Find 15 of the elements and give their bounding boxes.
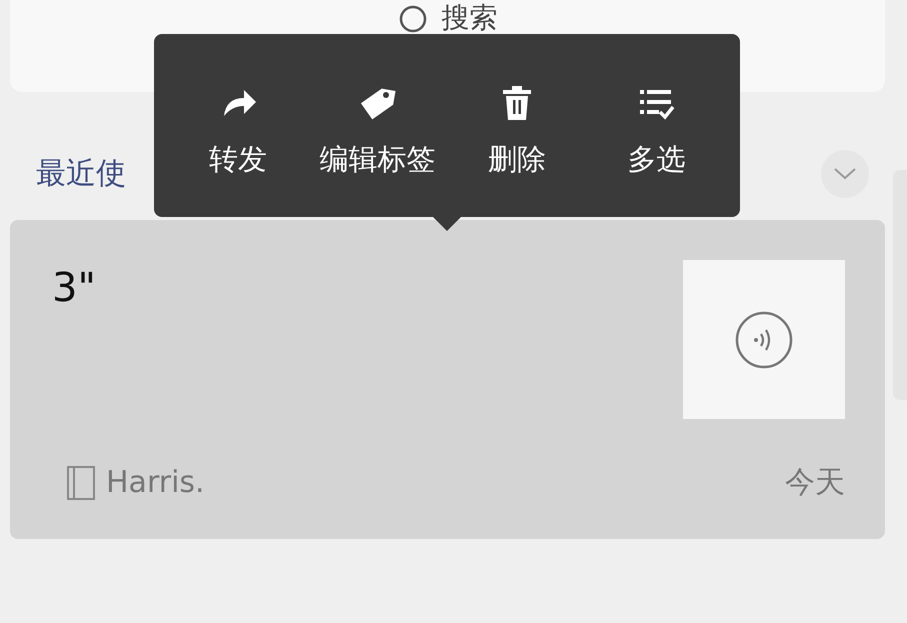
notebook-name: Harris. xyxy=(106,465,205,500)
menu-item[interactable]: 删除 xyxy=(447,76,586,176)
audio-icon xyxy=(734,310,794,370)
search-icon xyxy=(398,4,428,34)
note-card[interactable]: 3" Harris. 今天 xyxy=(10,220,885,539)
note-title: 3" xyxy=(52,264,96,313)
search-placeholder: 搜索 xyxy=(442,2,498,34)
chevron-down-icon xyxy=(833,167,857,181)
note-date: 今天 xyxy=(785,464,845,502)
section-title: 最近使 xyxy=(36,155,126,193)
menu-item[interactable]: 编辑标签 xyxy=(308,76,447,176)
menu-item[interactable]: 多选 xyxy=(586,76,726,176)
menu-item[interactable]: 转发 xyxy=(168,76,308,176)
notebook-icon xyxy=(66,464,96,500)
expand-button[interactable] xyxy=(821,150,869,198)
